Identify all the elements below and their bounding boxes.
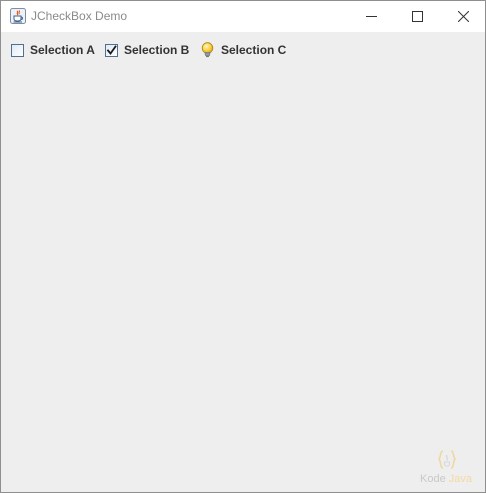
watermark-kode: Kode: [420, 473, 446, 485]
maximize-icon: [411, 11, 423, 22]
watermark-text: Kode Java: [420, 473, 472, 485]
checkbox-selection-a[interactable]: Selection A: [11, 41, 95, 59]
app-window: JCheckBox Demo Selection A Selection B S…: [0, 0, 486, 493]
checkbox-unchecked-icon[interactable]: [11, 43, 24, 57]
window-title: JCheckBox Demo: [31, 9, 128, 23]
close-button[interactable]: [440, 1, 485, 32]
watermark: Kode Java: [419, 448, 479, 488]
java-app-icon[interactable]: [10, 8, 26, 24]
minimize-button[interactable]: [348, 1, 394, 32]
close-icon: [457, 11, 469, 22]
checkbox-selection-b[interactable]: Selection B: [105, 41, 189, 59]
maximize-button[interactable]: [394, 1, 440, 32]
minimize-icon: [365, 16, 377, 17]
checkbox-checked-icon[interactable]: [105, 43, 118, 57]
checkbox-label-c[interactable]: Selection C: [221, 43, 286, 57]
checkbox-label-b[interactable]: Selection B: [124, 43, 189, 57]
checkbox-selection-c[interactable]: Selection C: [200, 41, 286, 59]
lightbulb-icon[interactable]: [200, 42, 215, 58]
curly-braces-logo-icon: [437, 450, 457, 469]
title-bar[interactable]: JCheckBox Demo: [1, 1, 485, 32]
checkbox-label-a[interactable]: Selection A: [30, 43, 95, 57]
watermark-java: Java: [448, 473, 473, 485]
content-pane: Selection A Selection B Selection C Kode…: [1, 32, 485, 492]
